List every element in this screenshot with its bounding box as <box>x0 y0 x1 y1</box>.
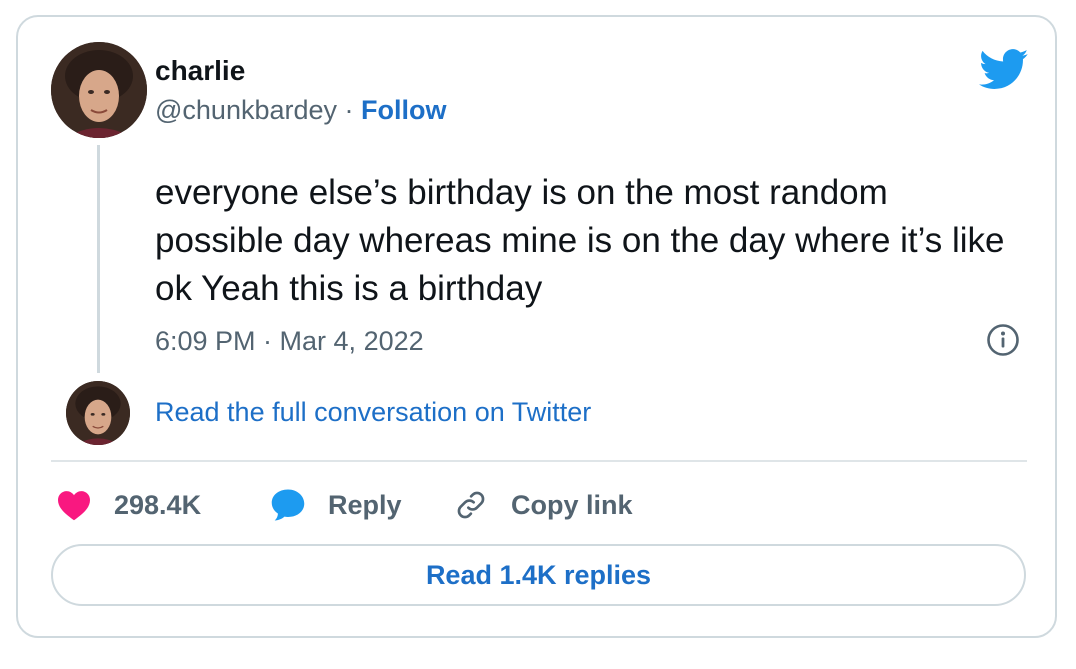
likes-count: 298.4K <box>114 489 202 520</box>
reply-label: Reply <box>328 489 402 520</box>
copy-link-label: Copy link <box>511 489 633 520</box>
author-avatar[interactable] <box>51 42 147 138</box>
reply-action[interactable]: Reply <box>270 485 402 525</box>
like-action[interactable]: 298.4K <box>56 485 201 525</box>
author-handle-row: @chunkbardey · Follow <box>155 95 447 126</box>
author-name[interactable]: charlie <box>155 55 245 87</box>
read-replies-button[interactable]: Read 1.4K replies <box>51 544 1026 606</box>
tweet-timestamp[interactable]: 6:09 PM · Mar 4, 2022 <box>155 326 424 357</box>
conversation-avatar[interactable] <box>66 381 130 445</box>
thread-connector-line <box>97 145 100 373</box>
follow-button[interactable]: Follow <box>361 95 446 125</box>
author-handle[interactable]: @chunkbardey <box>155 95 337 125</box>
heart-icon <box>56 489 92 521</box>
info-icon[interactable] <box>986 323 1020 357</box>
avatar-photo <box>51 42 147 138</box>
speech-bubble-icon <box>270 488 306 522</box>
avatar-photo-small <box>66 381 130 445</box>
divider <box>51 460 1027 462</box>
read-full-conversation-link[interactable]: Read the full conversation on Twitter <box>155 397 591 428</box>
tweet-text: everyone else’s birthday is on the most … <box>155 173 1005 308</box>
link-icon <box>455 489 487 521</box>
handle-separator: · <box>344 95 354 125</box>
twitter-bird-icon[interactable] <box>979 49 1029 91</box>
copy-link-action[interactable]: Copy link <box>455 485 633 525</box>
tweet-embed-card: charlie @chunkbardey · Follow everyone e… <box>16 15 1057 638</box>
